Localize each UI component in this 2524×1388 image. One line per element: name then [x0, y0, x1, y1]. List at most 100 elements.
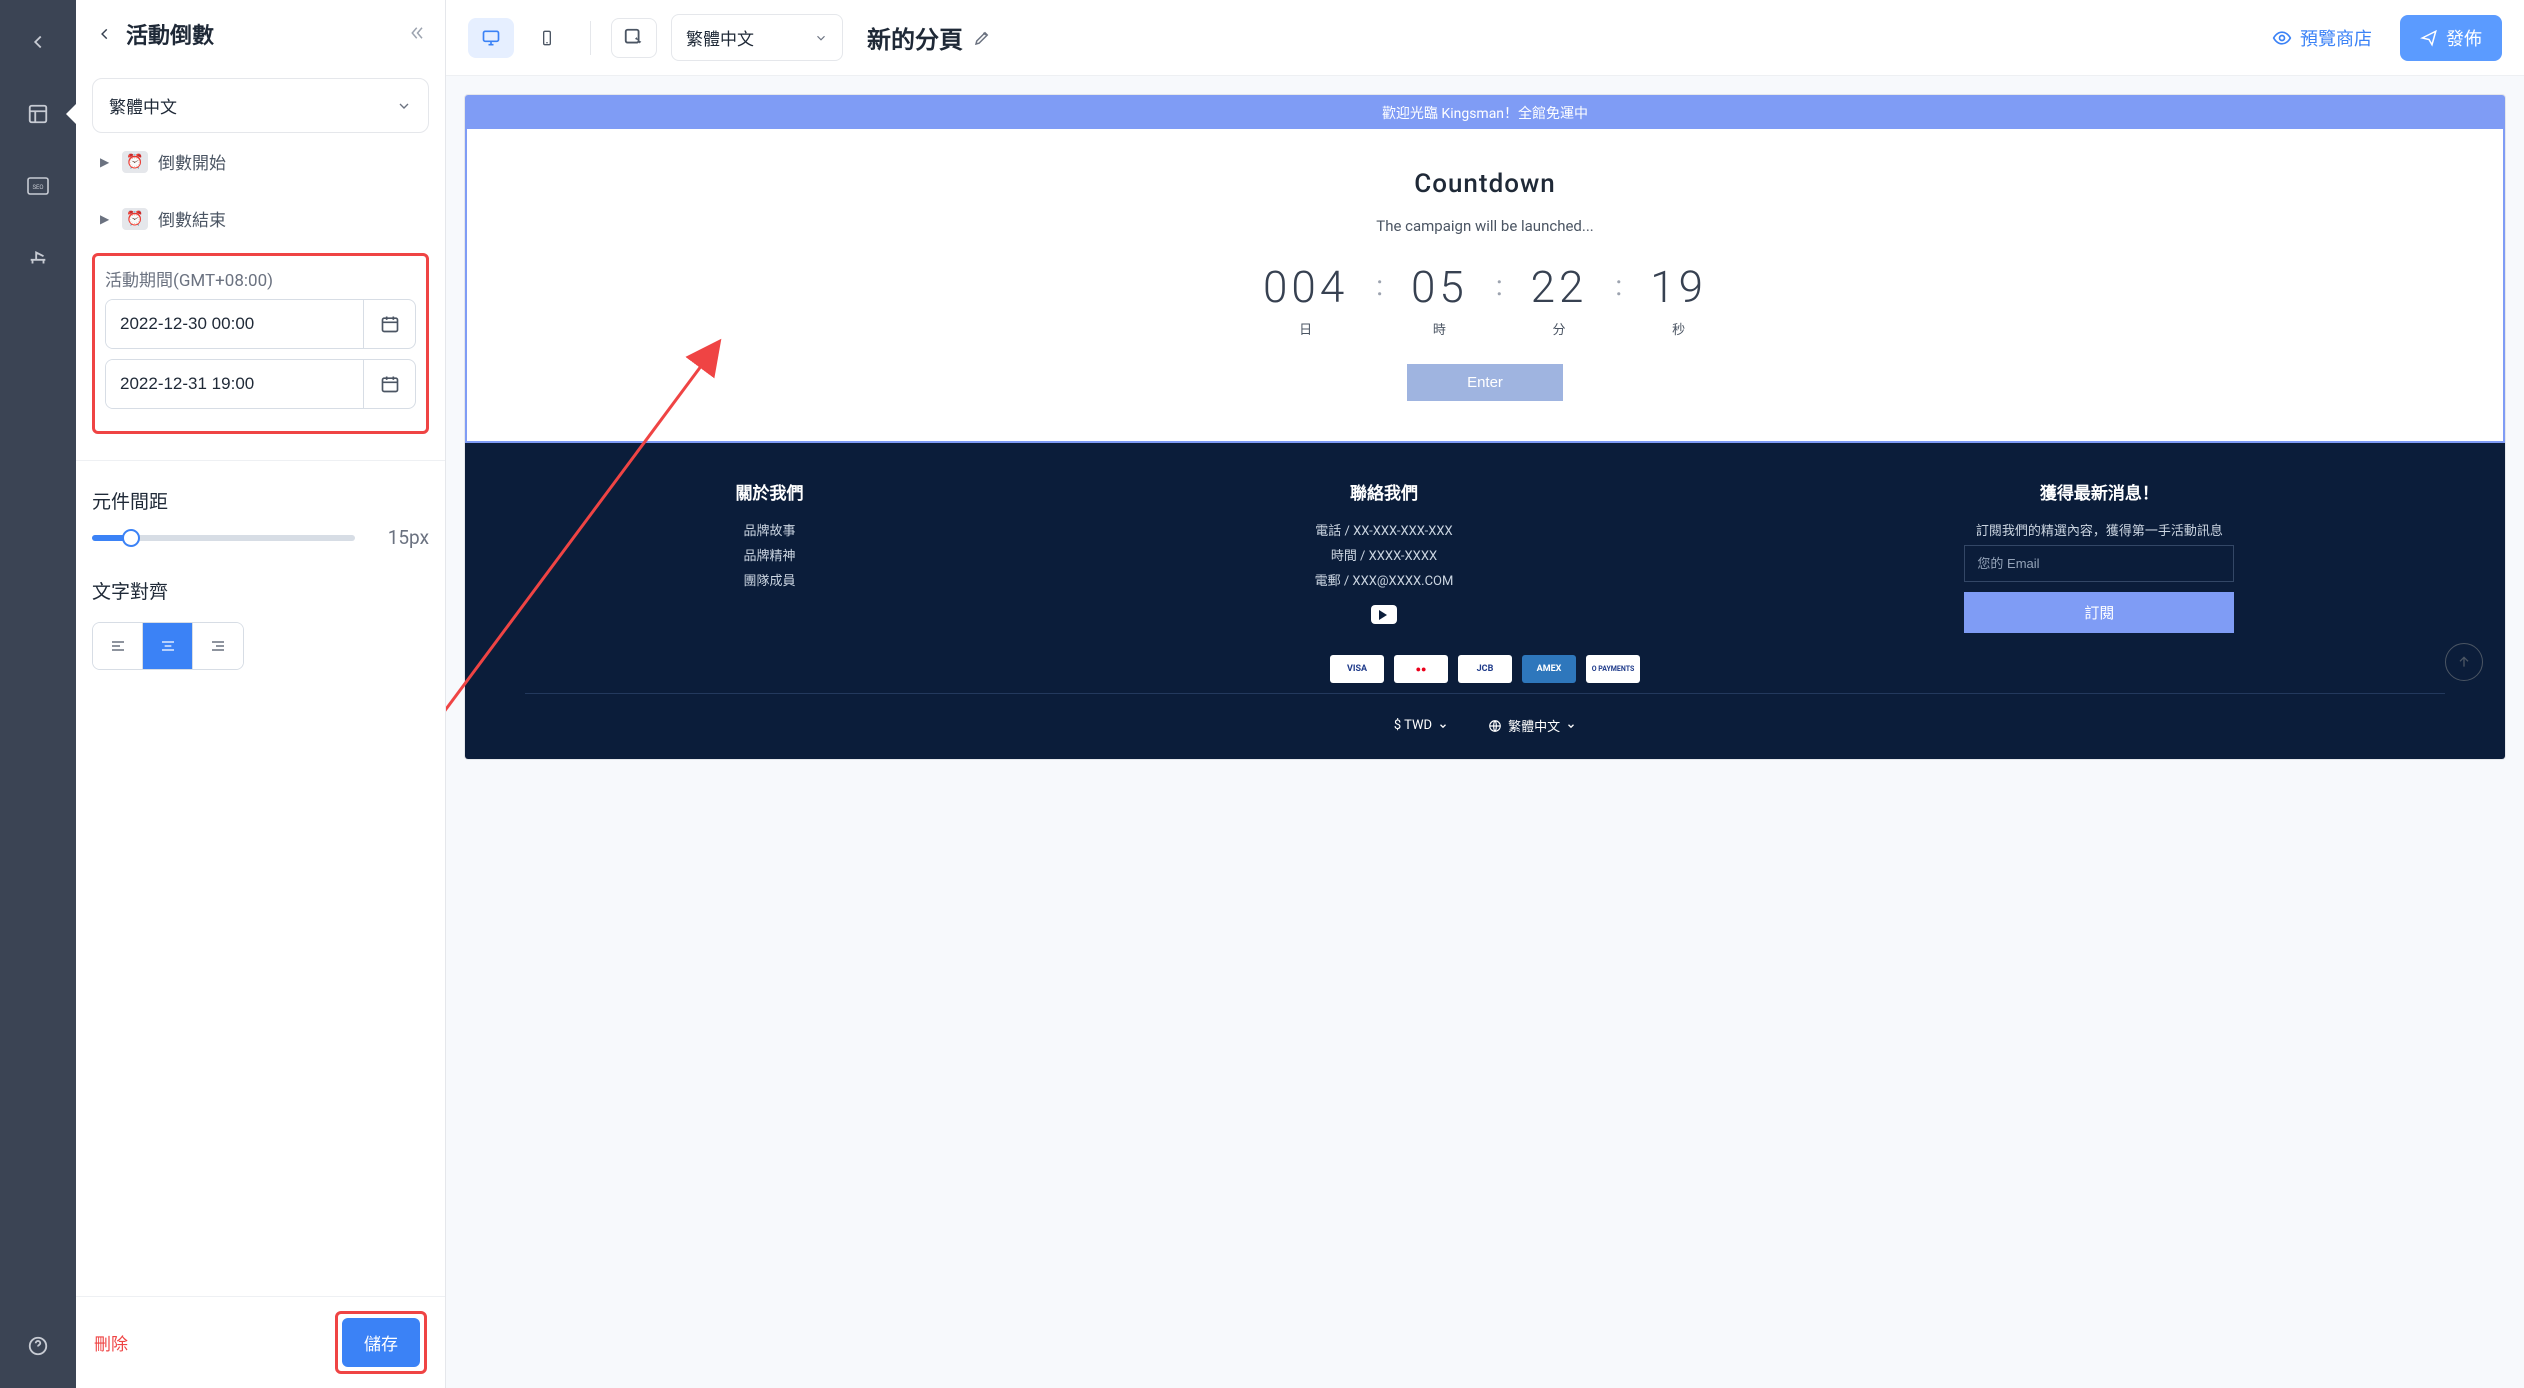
footer-link[interactable]: 品牌故事 — [736, 520, 804, 539]
preview-store-label: 預覽商店 — [2300, 25, 2372, 51]
date-start-field[interactable] — [105, 299, 416, 349]
footer-text: 電話 / XX-XXX-XXX-XXX — [1315, 520, 1454, 539]
colon: : — [1376, 261, 1383, 302]
chevron-down-icon — [1566, 721, 1576, 731]
date-end-field[interactable] — [105, 359, 416, 409]
globe-icon — [1488, 719, 1502, 733]
eye-icon — [2272, 28, 2292, 48]
days-value: 004 — [1263, 261, 1348, 313]
settings-panel: 活動倒數 繁體中文 ▶ ⏰ 倒數開始 ▶ ⏰ 倒數結束 活動期間(GMT+08:… — [76, 0, 446, 1388]
mastercard-icon: ●● — [1394, 655, 1448, 683]
footer-contact-heading: 聯絡我們 — [1315, 479, 1454, 504]
align-right-button[interactable] — [193, 623, 243, 669]
publish-button[interactable]: 發佈 — [2400, 15, 2502, 61]
edit-page-name-icon[interactable] — [973, 29, 991, 47]
spacing-value: 15px — [369, 526, 429, 549]
preview-language-value: 繁體中文 — [686, 25, 754, 50]
footer-contact-col: 聯絡我們 電話 / XX-XXX-XXX-XXX 時間 / XXXX-XXXX … — [1315, 479, 1454, 633]
language-select[interactable]: 繁體中文 — [92, 78, 429, 133]
footer-text: 時間 / XXXX-XXXX — [1315, 545, 1454, 564]
countdown-title: Countdown — [487, 169, 2483, 199]
theme-icon[interactable] — [16, 236, 60, 280]
footer-link[interactable]: 品牌精神 — [736, 545, 804, 564]
footer-about-col: 關於我們 品牌故事 品牌精神 團隊成員 — [736, 479, 804, 633]
opayments-icon: O PAYMENTS — [1586, 655, 1640, 683]
countdown-end-row[interactable]: ▶ ⏰ 倒數結束 — [92, 190, 429, 247]
preview-language-select[interactable]: 繁體中文 — [671, 14, 843, 61]
mobile-view-icon[interactable] — [524, 18, 570, 58]
page-preview: ⏰ 活動倒數 歡迎光臨 Kingsman！全館免運中 Countdown The… — [464, 94, 2506, 760]
subscribe-button[interactable]: 訂閱 — [1964, 592, 2234, 633]
save-highlight-box: 儲存 — [335, 1311, 427, 1374]
period-label: 活動期間(GMT+08:00) — [105, 266, 416, 291]
jcb-icon: JCB — [1458, 655, 1512, 683]
spacing-label: 元件間距 — [92, 487, 429, 514]
subscribe-email-input[interactable] — [1964, 545, 2234, 582]
colon: : — [1496, 261, 1503, 302]
panel-title: 活動倒數 — [126, 18, 214, 50]
layout-icon[interactable] — [16, 92, 60, 136]
row-label: 倒數開始 — [158, 149, 226, 174]
align-left-button[interactable] — [93, 623, 143, 669]
preview-canvas: ⏰ 活動倒數 歡迎光臨 Kingsman！全館免運中 Countdown The… — [446, 76, 2524, 1388]
spacing-slider[interactable] — [92, 535, 355, 541]
back-arrow-icon[interactable] — [16, 20, 60, 64]
period-highlight-box: 活動期間(GMT+08:00) — [92, 253, 429, 434]
footer-news-heading: 獲得最新消息！ — [1964, 479, 2234, 504]
hours-label: 時 — [1411, 319, 1468, 338]
footer-subscribe-col: 獲得最新消息！ 訂閱我們的精選內容，獲得第一手活動訊息 訂閱 — [1964, 479, 2234, 633]
scroll-top-button[interactable] — [2445, 643, 2483, 681]
caret-right-icon: ▶ — [100, 155, 112, 169]
date-start-input[interactable] — [106, 300, 363, 348]
payment-icons: VISA ●● JCB AMEX O PAYMENTS — [495, 655, 2475, 683]
secs-label: 秒 — [1650, 319, 1707, 338]
page-footer: 關於我們 品牌故事 品牌精神 團隊成員 聯絡我們 電話 / XX-XXX-XXX… — [465, 443, 2505, 759]
send-icon — [2420, 29, 2438, 47]
selected-block[interactable]: ⏰ 活動倒數 歡迎光臨 Kingsman！全館免運中 Countdown The… — [465, 95, 2505, 443]
caret-right-icon: ▶ — [100, 212, 112, 226]
footer-news-sub: 訂閱我們的精選內容，獲得第一手活動訊息 — [1964, 520, 2234, 539]
left-rail: SEO — [0, 0, 76, 1388]
announcement-banner: 歡迎光臨 Kingsman！全館免運中 — [467, 97, 2503, 129]
clock-icon: ⏰ — [122, 208, 148, 230]
countdown-numbers: 004 日 : 05 時 : 22 分 : — [487, 261, 2483, 338]
colon: : — [1615, 261, 1622, 302]
chevron-down-icon — [814, 31, 828, 45]
calendar-icon[interactable] — [363, 360, 415, 408]
countdown-subtitle: The campaign will be launched... — [487, 217, 2483, 235]
align-center-button[interactable] — [143, 623, 193, 669]
language-select-value: 繁體中文 — [109, 93, 177, 118]
chevron-down-icon — [1438, 721, 1448, 731]
footer-language-select[interactable]: 繁體中文 — [1488, 716, 1576, 735]
footer-text: 電郵 / XXX@XXXX.COM — [1315, 570, 1454, 589]
delete-button[interactable]: 刪除 — [94, 1330, 128, 1355]
clock-icon: ⏰ — [122, 151, 148, 173]
secs-value: 19 — [1650, 261, 1707, 313]
interact-mode-icon[interactable] — [611, 18, 657, 58]
panel-back-icon[interactable] — [94, 19, 116, 49]
help-icon[interactable] — [16, 1324, 60, 1368]
mins-value: 22 — [1531, 261, 1588, 313]
enter-button[interactable]: Enter — [1407, 364, 1563, 401]
currency-select[interactable]: $ TWD — [1394, 716, 1448, 735]
date-end-input[interactable] — [106, 360, 363, 408]
text-align-segmented — [92, 622, 244, 670]
footer-link[interactable]: 團隊成員 — [736, 570, 804, 589]
svg-text:SEO: SEO — [32, 184, 43, 191]
preview-store-button[interactable]: 預覽商店 — [2258, 17, 2386, 59]
main-area: 繁體中文 新的分頁 預覽商店 發佈 — [446, 0, 2524, 1388]
footer-about-heading: 關於我們 — [736, 479, 804, 504]
chevron-down-icon — [396, 98, 412, 114]
publish-label: 發佈 — [2446, 25, 2482, 51]
calendar-icon[interactable] — [363, 300, 415, 348]
mins-label: 分 — [1531, 319, 1588, 338]
currency-value: $ TWD — [1394, 718, 1432, 733]
collapse-panel-icon[interactable] — [407, 24, 425, 42]
hours-value: 05 — [1411, 261, 1468, 313]
desktop-view-icon[interactable] — [468, 18, 514, 58]
youtube-icon[interactable] — [1371, 605, 1397, 624]
save-button[interactable]: 儲存 — [342, 1318, 420, 1367]
days-label: 日 — [1263, 319, 1348, 338]
seo-icon[interactable]: SEO — [16, 164, 60, 208]
countdown-start-row[interactable]: ▶ ⏰ 倒數開始 — [92, 133, 429, 190]
